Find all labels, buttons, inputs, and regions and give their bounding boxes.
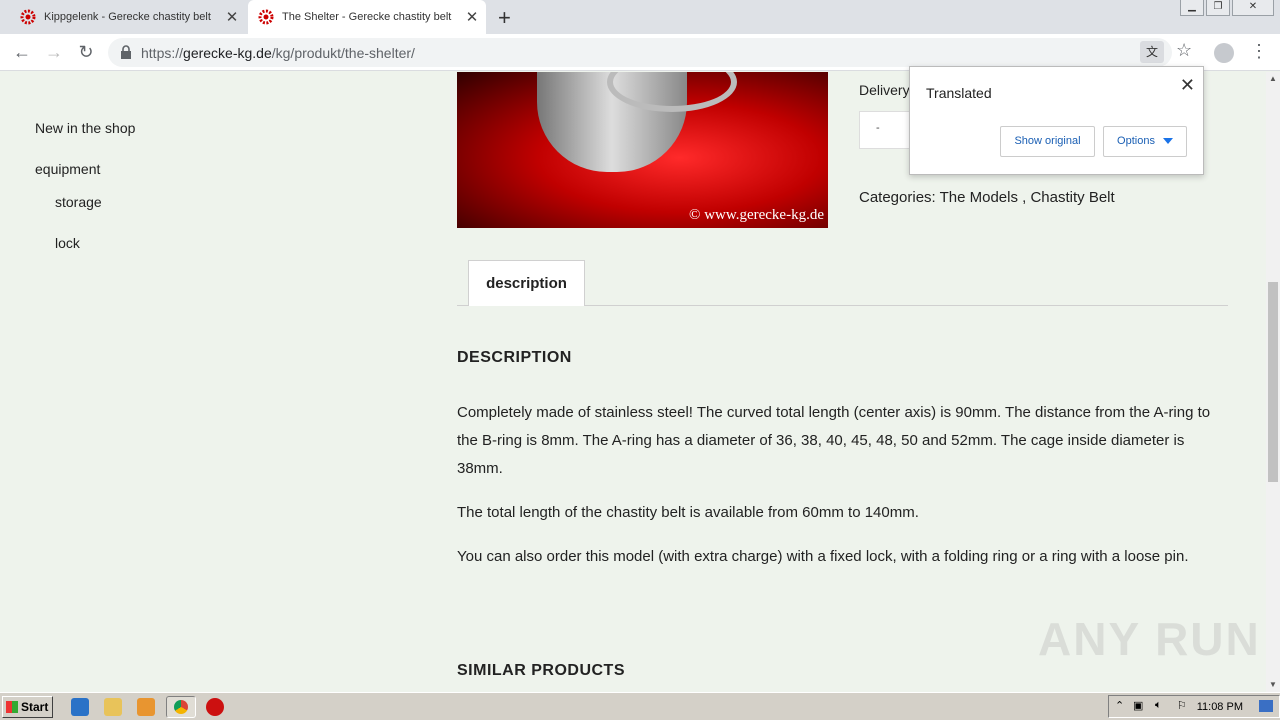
reload-icon[interactable]: ↻ (74, 40, 98, 64)
star-icon[interactable]: ☆ (1176, 40, 1192, 61)
chrome-taskbar-button[interactable] (166, 696, 196, 718)
scroll-thumb[interactable] (1268, 282, 1278, 482)
options-label: Options (1117, 135, 1155, 147)
gear-favicon-icon (20, 9, 36, 25)
tab-strip: Kippgelenk - Gerecke chastity belt ✕ The… (0, 0, 1280, 34)
close-icon[interactable]: ✕ (1180, 75, 1195, 96)
sidebar-item-new-in-shop[interactable]: New in the shop (35, 120, 135, 136)
sidebar-item-equipment[interactable]: equipment (35, 161, 100, 177)
image-watermark: © www.gerecke-kg.de (689, 207, 824, 223)
description-heading: DESCRIPTION (457, 349, 572, 366)
scroll-up-icon[interactable]: ▲ (1266, 72, 1280, 86)
address-bar[interactable]: https://gerecke-kg.de/kg/produkt/the-she… (108, 38, 1172, 67)
taskbar: Start ⌃ ▣ 🔈︎ ⚐ 11:08 PM (0, 692, 1280, 720)
chrome-icon (174, 700, 188, 714)
system-tray: ⌃ ▣ 🔈︎ ⚐ 11:08 PM (1108, 695, 1280, 718)
scroll-down-icon[interactable]: ▼ (1266, 678, 1280, 692)
quantity-value: - (876, 122, 880, 134)
window-close-icon[interactable]: ✕ (1232, 0, 1274, 16)
kebab-menu-icon[interactable]: ⋮ (1250, 41, 1268, 62)
anyrun-watermark: ANY RUN (1038, 613, 1261, 665)
media-player-icon[interactable] (137, 698, 155, 716)
sidebar-item-lock[interactable]: lock (55, 235, 80, 251)
sidebar: New in the shop equipment storage lock (0, 72, 420, 692)
tab-description[interactable]: description (468, 260, 585, 306)
browser-tab-the-shelter[interactable]: The Shelter - Gerecke chastity belt ✕ (248, 0, 486, 34)
show-desktop-icon[interactable] (1259, 700, 1273, 712)
new-tab-icon[interactable]: + (498, 5, 511, 31)
similar-products-heading: SIMILAR PRODUCTS (457, 662, 625, 679)
description-paragraph: You can also order this model (with extr… (457, 548, 1189, 565)
gear-favicon-icon (258, 9, 274, 25)
show-original-button[interactable]: Show original (1000, 126, 1095, 157)
translate-icon[interactable]: 文 (1140, 41, 1164, 63)
internet-explorer-icon[interactable] (71, 698, 89, 716)
tab-title: The Shelter - Gerecke chastity belt (282, 11, 452, 23)
popup-title: Translated (926, 85, 992, 101)
description-paragraph: The total length of the chastity belt is… (457, 504, 919, 521)
folder-icon[interactable] (104, 698, 122, 716)
clock[interactable]: 11:08 PM (1197, 701, 1243, 713)
minimize-icon[interactable]: ▁ (1180, 0, 1204, 16)
opera-icon[interactable] (206, 698, 224, 716)
lock-icon (121, 45, 131, 59)
tab-close-icon[interactable]: ✕ (224, 8, 240, 26)
flag-icon[interactable]: ⚐ (1177, 699, 1187, 712)
restore-icon[interactable]: ❐ (1206, 0, 1230, 16)
url-text: https://gerecke-kg.de/kg/produkt/the-she… (141, 45, 415, 61)
window-controls: ▁ ❐ ✕ (1180, 0, 1274, 16)
translate-popup: Translated ✕ Show original Options (909, 66, 1204, 175)
windows-logo-icon (6, 701, 18, 713)
delivery-label: Delivery (859, 82, 910, 98)
chevron-down-icon (1162, 138, 1173, 145)
start-label: Start (21, 700, 49, 714)
product-image[interactable]: © www.gerecke-kg.de (457, 72, 828, 228)
tray-expand-icon[interactable]: ⌃ (1115, 699, 1124, 712)
tab-close-icon[interactable]: ✕ (464, 8, 480, 26)
back-arrow-icon[interactable]: ← (10, 40, 34, 64)
start-button[interactable]: Start (2, 696, 53, 718)
forward-arrow-icon[interactable]: → (42, 40, 66, 64)
options-button[interactable]: Options (1103, 126, 1187, 157)
volume-icon[interactable]: 🔈︎ (1155, 699, 1162, 712)
profile-icon[interactable] (1214, 43, 1234, 63)
tab-title: Kippgelenk - Gerecke chastity belt (44, 11, 211, 23)
browser-tab-kippgelenk[interactable]: Kippgelenk - Gerecke chastity belt ✕ (10, 0, 246, 34)
quantity-field[interactable]: - (859, 111, 913, 149)
categories-text: Categories: The Models , Chastity Belt (859, 189, 1115, 206)
page-scrollbar[interactable]: ▲ ▼ (1266, 72, 1280, 692)
network-icon[interactable]: ▣ (1133, 699, 1143, 712)
sidebar-item-storage[interactable]: storage (55, 194, 102, 210)
description-paragraph: Completely made of stainless steel! The … (457, 404, 1211, 477)
